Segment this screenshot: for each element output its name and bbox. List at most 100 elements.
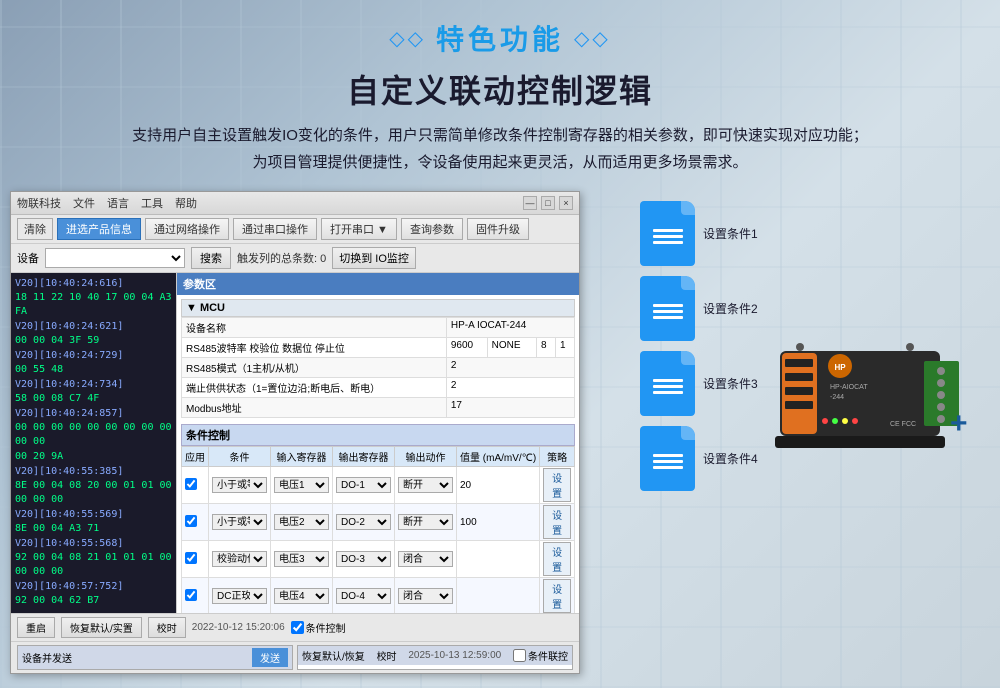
terminal-pin-3 — [937, 391, 945, 399]
field-label: RS485模式（1主机/从机） — [182, 358, 447, 378]
condition-header: 条件控制 — [181, 424, 575, 446]
field-value: NONE — [487, 338, 536, 358]
device-image-area: + — [750, 331, 970, 471]
cond-checkbox-cell[interactable] — [182, 504, 209, 541]
condition-icon-item-2: 设置条件2 — [640, 276, 758, 341]
condition-label-1: 设置条件1 — [703, 225, 758, 242]
cond-value-cell — [457, 578, 540, 614]
led-green — [832, 418, 838, 424]
cond-value-cell: 100 — [457, 504, 540, 541]
cond-btn-cell[interactable]: 设置 — [540, 504, 575, 541]
menu-language[interactable]: 语言 — [107, 195, 129, 211]
cond-condition-cell: DC正玫瑰ID开机状态 — [209, 578, 271, 614]
log-line: V20][10:40:57:752] 92 00 04 62 B7 — [15, 580, 172, 608]
maximize-button[interactable]: □ — [541, 196, 555, 210]
terminal-pin-2 — [937, 379, 945, 387]
cond-checkbox-cell[interactable] — [182, 578, 209, 614]
field-value: 17 — [446, 398, 574, 418]
table-row: 设备名称 HP-A IOCAT-244 — [182, 318, 575, 338]
menu-file[interactable]: 文件 — [73, 195, 95, 211]
log-line: V20][10:40:24:734] 58 00 08 C7 4F — [15, 378, 172, 406]
cond-btn-cell[interactable]: 设置 — [540, 467, 575, 504]
bottom-bar-1: 重启 恢复默认/实置 校时 2022-10-12 15:20:06 条件控制 — [11, 613, 579, 641]
log-line: V20][10:40:24:729] 00 55 48 — [15, 349, 172, 377]
field-value: 2 — [446, 378, 574, 398]
condition-icon-2 — [640, 276, 695, 341]
close-button[interactable]: × — [559, 196, 573, 210]
condition-icon-3 — [640, 351, 695, 416]
product-info-button[interactable]: 进选产品信息 — [57, 218, 141, 240]
cond-input-cell: 电压1 — [271, 467, 333, 504]
device-label: 设备 — [17, 250, 39, 266]
cond-btn-cell[interactable]: 设置 — [540, 541, 575, 578]
col-output-action: 输出动作 — [395, 447, 457, 467]
menu-tools[interactable]: 工具 — [141, 195, 163, 211]
cond-checkbox-cell[interactable] — [182, 541, 209, 578]
description-line1: 支持用户自主设置触发IO变化的条件，用户只需简单修改条件控制寄存器的相关参数，即… — [20, 122, 980, 149]
port-1 — [785, 359, 813, 367]
param-area: 参数区 ▼ MCU 设备名称 HP-A IOCAT-244 — [176, 273, 579, 613]
titlebar-menu: 物联科技 文件 语言 工具 帮助 — [17, 195, 197, 211]
search-button[interactable]: 搜索 — [191, 247, 231, 269]
field-value: 1 — [555, 338, 574, 358]
timestamp-1: 2022-10-12 15:20:06 — [192, 622, 285, 633]
minimize-button[interactable]: — — [523, 196, 537, 210]
window-titlebar: 物联科技 文件 语言 工具 帮助 — □ × — [11, 192, 579, 215]
field-label: 设备名称 — [182, 318, 447, 338]
cond-value-cell — [457, 541, 540, 578]
condition-control-checkbox[interactable]: 条件控制 — [291, 620, 346, 635]
menu-help[interactable]: 帮助 — [175, 195, 197, 211]
cond-output-cell: DO-2 — [333, 504, 395, 541]
send-panel: 设备并发送 发送 — [17, 645, 293, 670]
mcu-section: ▼ MCU 设备名称 HP-A IOCAT-244 RS485波特率 校验位 数… — [181, 299, 575, 418]
description-line2: 为项目管理提供便捷性，令设备使用起来更灵活，从而适用更多场景需求。 — [20, 149, 980, 176]
cond-btn-cell[interactable]: 设置 — [540, 578, 575, 614]
log-area: V20][10:40:24:616] 18 11 22 10 40 17 00 … — [11, 273, 176, 613]
log-line: V20][10:40:24:621] 00 00 04 3F 59 — [15, 320, 172, 348]
table-row: RS485波特率 校验位 数据位 停止位 9600 NONE 8 1 — [182, 338, 575, 358]
network-ops-button[interactable]: 通过网络操作 — [145, 218, 229, 240]
cond-input-cell: 电压2 — [271, 504, 333, 541]
port-2 — [785, 373, 813, 381]
diamond-deco-right: ◇◇ — [574, 26, 611, 51]
cond-action-cell: 断开 — [395, 504, 457, 541]
cond-checkbox-cell[interactable] — [182, 467, 209, 504]
condition-icon-item-4: 设置条件4 — [640, 426, 758, 491]
cond-input-cell: 电压4 — [271, 578, 333, 614]
restart-button-1[interactable]: 重启 — [17, 617, 55, 638]
cond-action-cell: 闭合 — [395, 541, 457, 578]
feature-title: 特色功能 — [436, 18, 564, 58]
field-value: HP-A IOCAT-244 — [446, 318, 574, 338]
open-serial-button[interactable]: 打开串口 ▼ — [321, 218, 397, 240]
serial-ops-button[interactable]: 通过串口操作 — [233, 218, 317, 240]
firmware-upgrade-button[interactable]: 固件升级 — [467, 218, 529, 240]
io-monitor-button[interactable]: 切换到 IO监控 — [332, 247, 416, 269]
col-strategy: 策略 — [540, 447, 575, 467]
clear-button[interactable]: 清除 — [17, 218, 53, 240]
send-button[interactable]: 发送 — [252, 648, 288, 667]
sync-time-button-1[interactable]: 校时 — [148, 617, 186, 638]
condition-row-2: 校验动作 电压3 DO-3 闭合 设置 — [182, 541, 575, 578]
cond-condition-cell: 小于或等于不能驱动 — [209, 467, 271, 504]
query-params-button[interactable]: 查询参数 — [401, 218, 463, 240]
port-3 — [785, 387, 813, 395]
device-select[interactable] — [45, 248, 185, 268]
condition-icon-1 — [640, 201, 695, 266]
panel-area: V20][10:40:24:616] 18 11 22 10 40 17 00 … — [11, 273, 579, 613]
right-section: 设置条件1 设置条件2 — [590, 191, 980, 491]
led-yellow — [842, 418, 848, 424]
condition-row-1: 小于或等于不能驱动 电压2 DO-2 断开 100 设置 — [182, 504, 575, 541]
table-row: Modbus地址 17 — [182, 398, 575, 418]
log-line: V20][10:40:24:857] 00 00 00 00 00 00 00 … — [15, 407, 172, 449]
plus-sign: + — [950, 407, 968, 441]
table-row: RS485模式（1主机/从机） 2 — [182, 358, 575, 378]
main-content: 物联科技 文件 语言 工具 帮助 — □ × 清除 进选产品信息 通过网络操作 … — [0, 186, 1000, 679]
condition-row-0: 小于或等于不能驱动 电压1 DO-1 断开 20 设置 — [182, 467, 575, 504]
log-line: V20][10:40:24:616] 18 11 22 10 40 17 00 … — [15, 277, 172, 319]
cond-action-cell: 断开 — [395, 467, 457, 504]
send-receive-panel: 设备并发送 发送 恢复默认/恢复 校时 2025-10-13 12:59:00 … — [11, 641, 579, 673]
cond-output-cell: DO-3 — [333, 541, 395, 578]
model-label-line2: -244 — [830, 394, 844, 401]
restore-defaults-button-1[interactable]: 恢复默认/实置 — [61, 617, 142, 638]
menu-brand: 物联科技 — [17, 195, 61, 211]
